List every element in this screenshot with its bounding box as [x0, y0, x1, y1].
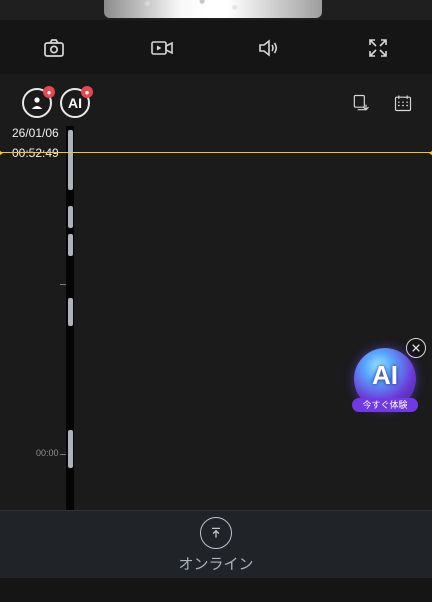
sd-switch-button[interactable]: [350, 92, 372, 114]
recording-segment[interactable]: [68, 430, 73, 468]
ai-try-now-tag: 今すぐ体験: [352, 398, 418, 412]
timeline-time: 00:52:49: [12, 146, 59, 160]
recording-segment[interactable]: [68, 206, 73, 228]
online-label: オンライン: [178, 556, 254, 573]
sd-switch-icon: [353, 94, 369, 111]
ai-promo-button[interactable]: AI 今すぐ体験: [352, 348, 418, 412]
playback-toolbar: [0, 20, 432, 75]
time-scale-label: 00:00: [36, 448, 59, 458]
timeline-date: 26/01/06: [12, 126, 59, 140]
ai-feature-button[interactable]: AI ●: [60, 86, 93, 118]
playhead-left-marker: [0, 148, 3, 158]
recording-segment[interactable]: [68, 130, 73, 190]
timeline-tick: [60, 284, 66, 285]
camera-button[interactable]: [36, 30, 72, 66]
calendar-icon: [394, 95, 412, 112]
recording-segment[interactable]: [68, 234, 73, 256]
close-ai-button[interactable]: [406, 338, 426, 358]
lock-badge-icon: ●: [81, 86, 93, 98]
playhead-line[interactable]: [0, 152, 432, 153]
fullscreen-button[interactable]: [360, 30, 396, 66]
upload-arrow-icon: [211, 527, 221, 538]
calendar-button[interactable]: [392, 92, 414, 114]
speaker-icon: [259, 39, 278, 57]
record-button[interactable]: [144, 30, 180, 66]
person-ai-button[interactable]: ●: [22, 86, 55, 118]
ai-chip-label: AI: [68, 95, 82, 111]
close-icon: [412, 344, 420, 352]
video-record-icon: [151, 41, 173, 55]
recording-segment[interactable]: [68, 298, 73, 326]
camera-icon: [44, 39, 64, 57]
bottom-online-bar: オンライン: [0, 510, 432, 579]
lock-badge-icon: ●: [43, 86, 55, 98]
timeline-tick: [60, 454, 66, 455]
volume-button[interactable]: [250, 30, 286, 66]
video-preview[interactable]: [0, 0, 432, 20]
online-upload-button[interactable]: [200, 517, 232, 549]
timeline-panel: ● AI ● 00:00 26/01/06 00:52:49: [0, 74, 432, 510]
person-ai-icon: [31, 97, 43, 109]
bottom-strip: [0, 578, 432, 602]
ai-label: AI: [372, 359, 398, 390]
video-thumbnail: [104, 0, 322, 18]
fullscreen-icon: [369, 39, 387, 57]
